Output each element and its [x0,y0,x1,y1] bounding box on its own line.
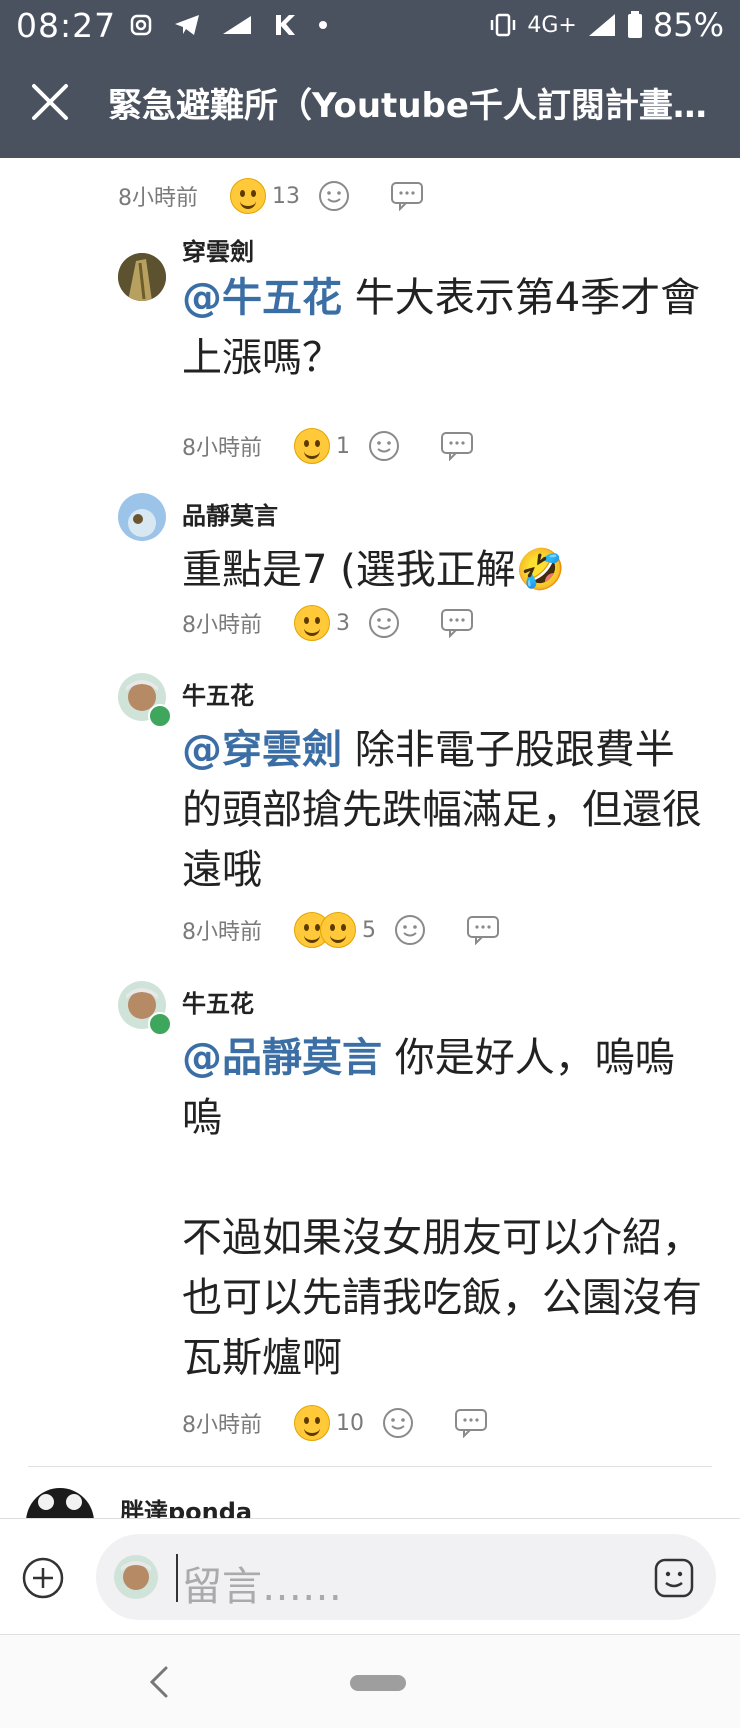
comment-time: 8小時前 [118,186,198,211]
status-time: 08:27 [16,6,117,45]
verified-badge-icon [148,1012,172,1036]
avatar [114,1555,158,1599]
divider [28,1466,712,1467]
add-reaction-icon[interactable] [382,1407,414,1439]
status-bar: 08:27 4G+ 85% [0,0,740,48]
reaction-summary[interactable]: 1 [294,428,350,464]
reply-icon[interactable] [440,431,474,461]
avatar[interactable] [118,493,166,541]
comment-body: 重點是7 (選我正解🤣 [182,547,566,593]
comment-time: 8小時前 [182,436,262,461]
instagram-icon [130,14,152,36]
comment-username[interactable]: 品靜莫言 [182,496,278,531]
reaction-count: 13 [272,183,300,209]
network-type: 4G+ [527,12,577,38]
reply-icon[interactable] [390,181,424,211]
reply-icon[interactable] [454,1408,488,1438]
dot-icon [319,21,327,29]
close-icon[interactable] [28,80,72,124]
comment-username[interactable]: 穿雲劍 [182,232,254,267]
comment-time: 8小時前 [182,613,262,638]
plus-circle-icon[interactable] [22,1557,64,1599]
comment-text: @品靜莫言 你是好人，嗚嗚嗚 [182,1028,702,1148]
comment-placeholder: 留言…… [182,1564,342,1610]
comment-text: 重點是7 (選我正解🤣 [182,540,702,600]
comment-meta: 8小時前 13 [118,176,424,216]
add-reaction-icon[interactable] [318,180,350,212]
reaction-summary[interactable]: 5 [294,912,376,948]
avatar[interactable] [118,253,166,301]
laughing-emoji-icon [294,605,330,641]
reaction-count: 10 [336,1410,364,1436]
reply-icon[interactable] [440,608,474,638]
mention-link[interactable]: @牛五花 [182,275,342,321]
reaction-summary[interactable]: 3 [294,605,350,641]
thumbs-up-emoji-icon [230,178,266,214]
comment-time: 8小時前 [182,1413,262,1438]
comment-text-paragraph: 不過如果沒女朋友可以介紹，也可以先請我吃飯，公園沒有瓦斯爐啊 [182,1208,702,1388]
reaction-count: 3 [336,610,350,636]
notification-icons [130,10,328,40]
comment-body: 不過如果沒女朋友可以介紹，也可以先請我吃飯，公園沒有瓦斯爐啊 [182,1215,702,1381]
comment-input[interactable]: 留言…… [96,1534,716,1620]
winking-emoji-icon [320,912,356,948]
avatar[interactable] [26,1488,94,1518]
page-title: 緊急避難所（Youtube千人訂閱計畫… [108,86,707,126]
comment-username[interactable]: 牛五花 [182,676,254,711]
comment-username[interactable]: 胖達ponda [120,1492,252,1518]
home-pill-icon[interactable] [350,1675,406,1691]
k-icon [276,15,295,35]
thumbs-up-emoji-icon [294,428,330,464]
reaction-count: 1 [336,433,350,459]
add-reaction-icon[interactable] [394,914,426,946]
comment-username[interactable]: 牛五花 [182,984,254,1019]
signal-icon [223,16,251,34]
telegram-icon [175,15,199,35]
vibrate-icon [491,13,516,37]
comment-meta: 8小時前 3 [182,603,474,643]
text-caret [176,1554,178,1602]
comment-meta: 8小時前 10 [182,1403,488,1443]
reaction-summary[interactable]: 13 [230,178,300,214]
comment-composer: 留言…… [0,1518,740,1635]
add-reaction-icon[interactable] [368,607,400,639]
comment-text: @牛五花 牛大表示第4季才會上漲嗎？ [182,268,702,388]
sticker-icon[interactable] [654,1558,694,1598]
battery-icon [627,11,642,38]
comment-meta: 8小時前 1 [182,426,474,466]
verified-badge-icon [148,704,172,728]
system-nav-bar [0,1634,740,1728]
app-header: 緊急避難所（Youtube千人訂閱計畫… [0,48,740,158]
battery-level: 85% [652,6,724,44]
comment-text: @穿雲劍 除非電子股跟費半的頭部搶先跌幅滿足，但還很遠哦 [182,720,702,900]
back-chevron-icon[interactable] [146,1665,172,1699]
laughing-emoji-icon [294,1405,330,1441]
comment-feed[interactable]: 8小時前 13 穿雲劍 @牛五花 牛大表示第4季才會上漲嗎？ 8小時前 1 品靜… [0,158,740,1518]
status-right: 4G+ 85% [489,6,724,44]
comment-time: 8小時前 [182,920,262,945]
cell-signal-icon [588,14,615,36]
reaction-count: 5 [362,917,376,943]
mention-link[interactable]: @品靜莫言 [182,1035,382,1081]
reply-icon[interactable] [466,915,500,945]
mention-link[interactable]: @穿雲劍 [182,727,342,773]
comment-meta: 8小時前 5 [182,910,500,950]
add-reaction-icon[interactable] [368,430,400,462]
reaction-summary[interactable]: 10 [294,1405,364,1441]
